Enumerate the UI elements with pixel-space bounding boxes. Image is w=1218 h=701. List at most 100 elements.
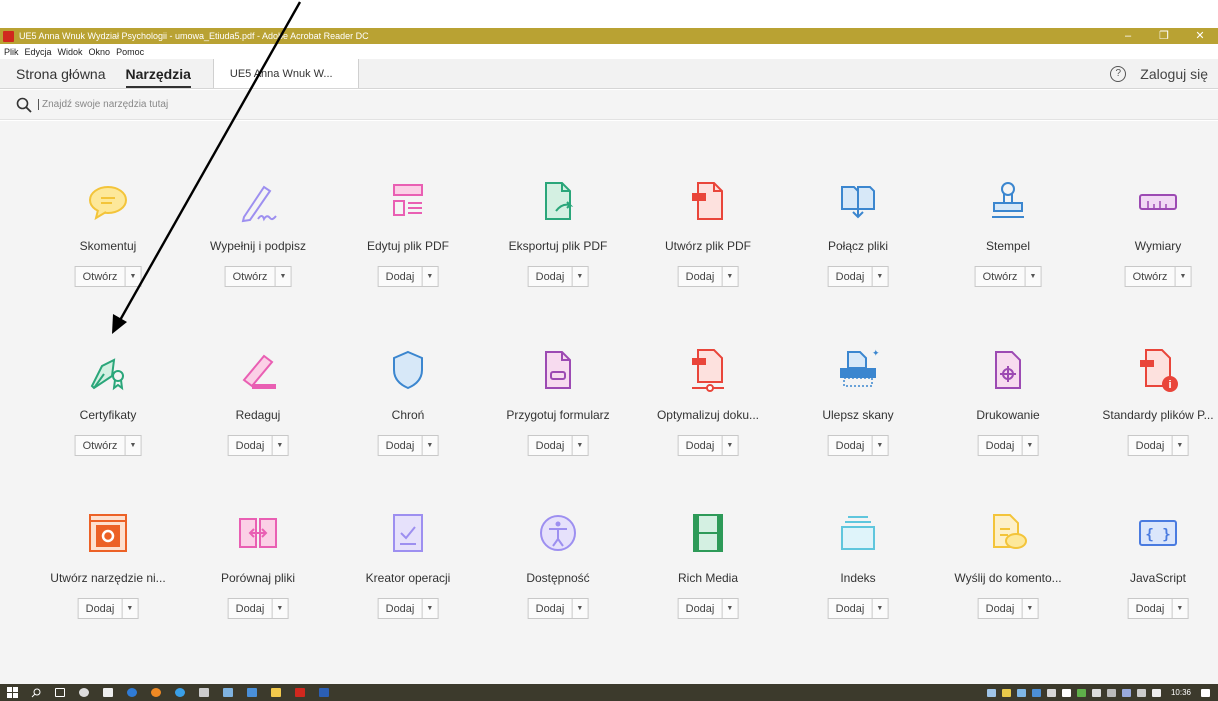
tool-name[interactable]: Eksportuj plik PDF [483,239,633,253]
taskbar-clock[interactable]: 10:36 [1171,688,1191,697]
chevron-down-icon[interactable]: ▼ [421,436,437,455]
tool-javascript[interactable]: { } JavaScript Dodaj ▼ [1083,509,1218,659]
custom-tool-icon[interactable] [84,509,132,557]
tool-name[interactable]: Utwórz plik PDF [633,239,783,253]
tool-certificate-pen[interactable]: Certyfikaty Otwórz ▼ [33,346,183,496]
chevron-down-icon[interactable]: ▼ [1174,267,1190,286]
taskbar-app-2[interactable] [216,684,240,701]
tool-print-production[interactable]: Drukowanie Dodaj ▼ [933,346,1083,496]
ruler-icon[interactable] [1134,177,1182,225]
tool-name[interactable]: Optymalizuj doku... [633,408,783,422]
tray-icon-5[interactable] [1046,688,1056,697]
tool-action-button[interactable]: Dodaj ▼ [827,435,889,456]
tool-action-label[interactable]: Dodaj [529,436,572,455]
taskbar-settings[interactable] [72,684,96,701]
tool-action-label[interactable]: Dodaj [979,599,1022,618]
tool-action-label[interactable]: Dodaj [829,599,872,618]
tool-action-button[interactable]: Dodaj ▼ [677,435,739,456]
tray-icon-8[interactable] [1091,688,1101,697]
pdf-standards-icon[interactable]: i [1134,346,1182,394]
tool-action-label[interactable]: Dodaj [1129,436,1172,455]
taskbar-edge[interactable] [120,684,144,701]
tool-action-label[interactable]: Dodaj [79,599,122,618]
tool-name[interactable]: JavaScript [1083,571,1218,585]
tool-send-comments[interactable]: Wyślij do komento... Dodaj ▼ [933,509,1083,659]
shield-icon[interactable] [384,346,432,394]
taskbar-app-3[interactable] [240,684,264,701]
tool-action-button[interactable]: Dodaj ▼ [527,266,589,287]
tool-index[interactable]: Indeks Dodaj ▼ [783,509,933,659]
rich-media-icon[interactable] [684,509,732,557]
tool-action-label[interactable]: Dodaj [679,436,722,455]
network-icon[interactable] [1136,688,1146,697]
minimize-button[interactable]: – [1110,28,1146,44]
tool-action-button[interactable]: Dodaj ▼ [677,598,739,619]
tool-name[interactable]: Redaguj [183,408,333,422]
taskbar-app-1[interactable] [192,684,216,701]
tool-action-button[interactable]: Dodaj ▼ [227,435,289,456]
tool-optimize-pdf[interactable]: Optymalizuj doku... Dodaj ▼ [633,346,783,496]
tool-action-label[interactable]: Otwórz [76,436,125,455]
chevron-down-icon[interactable]: ▼ [571,436,587,455]
edit-pdf-icon[interactable] [384,177,432,225]
tool-action-button[interactable]: Dodaj ▼ [377,598,439,619]
chevron-down-icon[interactable]: ▼ [871,599,887,618]
tool-export-pdf[interactable]: Eksportuj plik PDF Dodaj ▼ [483,177,633,327]
stamp-icon[interactable] [984,177,1032,225]
tool-action-button[interactable]: Otwórz ▼ [1124,266,1192,287]
chevron-down-icon[interactable]: ▼ [421,267,437,286]
chevron-down-icon[interactable]: ▼ [721,599,737,618]
chevron-down-icon[interactable]: ▼ [871,436,887,455]
tool-enhance-scan[interactable]: ✦ Ulepsz skany Dodaj ▼ [783,346,933,496]
tray-icon-4[interactable] [1031,688,1041,697]
volume-icon[interactable] [1151,688,1161,697]
certificate-pen-icon[interactable] [84,346,132,394]
menu-pomoc[interactable]: Pomoc [116,47,144,57]
tray-icon-1[interactable] [986,688,996,697]
task-view-button[interactable] [48,684,72,701]
tool-name[interactable]: Rich Media [633,571,783,585]
chevron-down-icon[interactable]: ▼ [1171,599,1187,618]
tool-action-label[interactable]: Otwórz [226,267,275,286]
tool-action-button[interactable]: Dodaj ▼ [827,598,889,619]
compare-files-icon[interactable] [234,509,282,557]
tool-action-label[interactable]: Dodaj [979,436,1022,455]
index-icon[interactable] [834,509,882,557]
tool-fill-sign[interactable]: Wypełnij i podpisz Otwórz ▼ [183,177,333,327]
accessibility-icon[interactable] [534,509,582,557]
tool-custom-tool[interactable]: Utwórz narzędzie ni... Dodaj ▼ [33,509,183,659]
send-comments-icon[interactable] [984,509,1032,557]
tab-home[interactable]: Strona główna [0,59,116,88]
tool-name[interactable]: Przygotuj formularz [483,408,633,422]
tool-action-button[interactable]: Otwórz ▼ [974,266,1042,287]
menu-widok[interactable]: Widok [58,47,83,57]
tool-action-button[interactable]: Dodaj ▼ [77,598,139,619]
tool-action-label[interactable]: Dodaj [529,267,572,286]
taskbar-ie[interactable] [168,684,192,701]
tray-icon-7[interactable] [1076,688,1086,697]
start-button[interactable] [0,684,24,701]
tool-accessibility[interactable]: Dostępność Dodaj ▼ [483,509,633,659]
comment-icon[interactable] [84,177,132,225]
tray-icon-9[interactable] [1106,688,1116,697]
chevron-down-icon[interactable]: ▼ [124,436,140,455]
chevron-down-icon[interactable]: ▼ [271,599,287,618]
tool-action-wizard[interactable]: Kreator operacji Dodaj ▼ [333,509,483,659]
tool-edit-pdf[interactable]: Edytuj plik PDF Dodaj ▼ [333,177,483,327]
create-pdf-icon[interactable] [684,177,732,225]
tool-compare-files[interactable]: Porównaj pliki Dodaj ▼ [183,509,333,659]
tool-action-label[interactable]: Dodaj [229,599,272,618]
tool-create-pdf[interactable]: Utwórz plik PDF Dodaj ▼ [633,177,783,327]
tool-action-button[interactable]: Dodaj ▼ [1127,435,1189,456]
tool-rich-media[interactable]: Rich Media Dodaj ▼ [633,509,783,659]
tool-name[interactable]: Skomentuj [33,239,183,253]
tool-action-button[interactable]: Dodaj ▼ [827,266,889,287]
tool-action-label[interactable]: Dodaj [379,599,422,618]
tool-name[interactable]: Certyfikaty [33,408,183,422]
redact-icon[interactable] [234,346,282,394]
signin-link[interactable]: Zaloguj się [1140,66,1208,82]
tray-icon-10[interactable] [1121,688,1131,697]
chevron-down-icon[interactable]: ▼ [571,267,587,286]
tool-action-button[interactable]: Dodaj ▼ [377,266,439,287]
tool-action-label[interactable]: Otwórz [1126,267,1175,286]
